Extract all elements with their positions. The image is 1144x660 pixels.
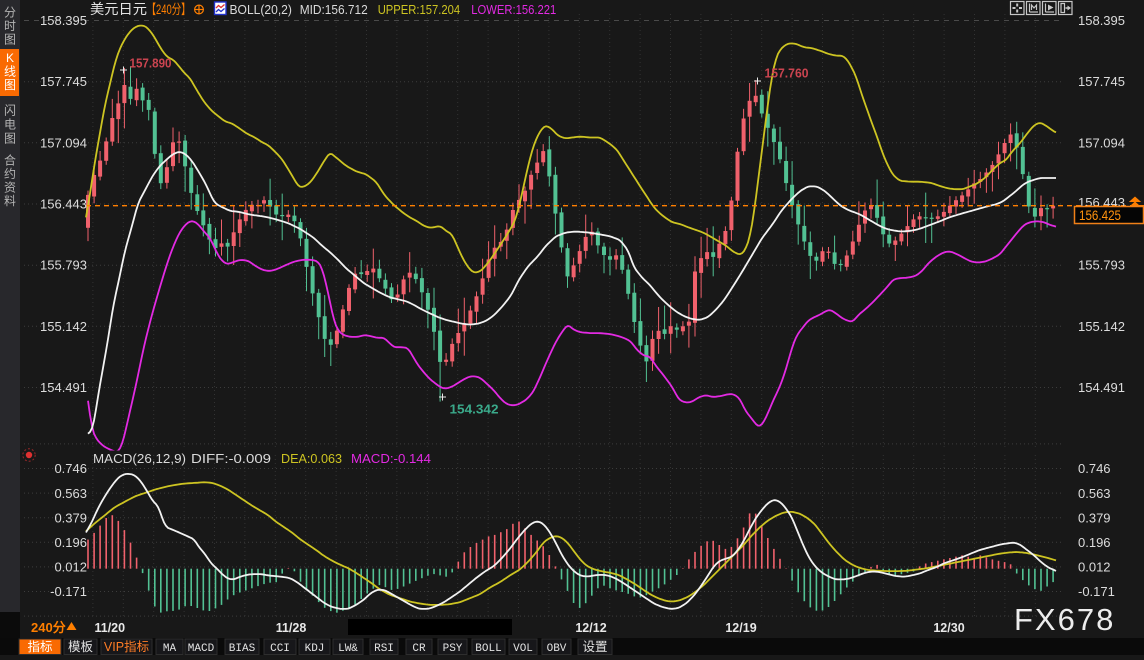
svg-text:0.196: 0.196 (54, 535, 87, 550)
svg-text:BIAS: BIAS (229, 643, 256, 655)
svg-text:电: 电 (4, 118, 16, 132)
svg-text:155.142: 155.142 (40, 319, 87, 334)
svg-text:LOWER:156.221: LOWER:156.221 (471, 2, 556, 17)
svg-text:BOLL(20,2): BOLL(20,2) (230, 2, 292, 17)
svg-text:MACD: MACD (188, 643, 215, 655)
svg-text:12/30: 12/30 (933, 621, 964, 635)
svg-text:240分: 240分 (31, 620, 66, 635)
svg-text:UPPER:157.204: UPPER:157.204 (378, 2, 461, 17)
svg-text:RSI: RSI (374, 643, 394, 655)
svg-text:155.793: 155.793 (40, 258, 87, 273)
svg-text:图: 图 (4, 33, 16, 47)
svg-text:MID:156.712: MID:156.712 (300, 2, 368, 17)
svg-text:VIP指标: VIP指标 (104, 639, 149, 654)
svg-text:11/20: 11/20 (95, 621, 126, 635)
svg-text:合: 合 (4, 153, 16, 168)
svg-text:线: 线 (4, 65, 16, 79)
svg-text:155.142: 155.142 (1078, 319, 1125, 334)
svg-text:0.379: 0.379 (1078, 510, 1111, 525)
svg-text:资: 资 (4, 181, 16, 195)
svg-text:模板: 模板 (68, 640, 94, 654)
svg-text:【240分】: 【240分】 (147, 2, 191, 17)
svg-text:分: 分 (4, 6, 16, 20)
svg-text:FX678: FX678 (1014, 602, 1115, 637)
svg-text:157.890: 157.890 (130, 56, 172, 71)
svg-text:设置: 设置 (582, 639, 607, 654)
svg-text:11/28: 11/28 (276, 621, 307, 635)
svg-text:0.379: 0.379 (54, 510, 87, 525)
svg-text:约: 约 (4, 166, 16, 181)
svg-text:157.760: 157.760 (765, 66, 809, 81)
svg-text:157.094: 157.094 (40, 135, 87, 150)
svg-text:CR: CR (412, 643, 426, 655)
svg-text:12/19: 12/19 (725, 621, 756, 635)
svg-text:156.443: 156.443 (40, 197, 87, 212)
svg-text:KDJ: KDJ (305, 643, 325, 655)
svg-text:0.012: 0.012 (1078, 560, 1111, 575)
svg-text:LW&: LW& (338, 643, 358, 655)
svg-text:0.746: 0.746 (1078, 461, 1111, 476)
svg-text:BOLL: BOLL (475, 643, 501, 655)
svg-text:154.491: 154.491 (1078, 380, 1125, 395)
svg-text:0.563: 0.563 (1078, 486, 1111, 501)
svg-text:CCI: CCI (270, 643, 290, 655)
svg-text:MA: MA (163, 643, 177, 655)
svg-text:PSY: PSY (443, 643, 463, 655)
svg-text:闪: 闪 (4, 104, 16, 118)
svg-text:158.395: 158.395 (40, 13, 87, 28)
svg-text:157.745: 157.745 (40, 74, 87, 89)
svg-text:0.196: 0.196 (1078, 535, 1111, 550)
svg-text:VOL: VOL (513, 643, 533, 655)
svg-text:DIFF:-0.009: DIFF:-0.009 (191, 451, 271, 466)
svg-text:156.425: 156.425 (1079, 208, 1121, 223)
svg-text:MACD(26,12,9): MACD(26,12,9) (93, 451, 186, 466)
svg-text:0.746: 0.746 (54, 461, 87, 476)
svg-text:155.793: 155.793 (1078, 258, 1125, 273)
svg-text:DEA:0.063: DEA:0.063 (281, 451, 342, 466)
svg-text:12/12: 12/12 (575, 621, 606, 635)
svg-text:154.342: 154.342 (450, 402, 499, 417)
svg-text:MACD:-0.144: MACD:-0.144 (351, 451, 431, 466)
svg-text:指标: 指标 (27, 639, 52, 654)
svg-text:-0.171: -0.171 (50, 584, 87, 599)
svg-text:K: K (6, 51, 14, 65)
svg-text:158.395: 158.395 (1078, 13, 1125, 28)
svg-text:-0.171: -0.171 (1078, 584, 1115, 599)
svg-text:美元日元: 美元日元 (90, 1, 147, 17)
svg-text:时: 时 (4, 19, 16, 33)
svg-text:料: 料 (4, 194, 16, 208)
svg-text:157.094: 157.094 (1078, 135, 1125, 150)
svg-text:OBV: OBV (547, 643, 567, 655)
svg-text:图: 图 (4, 132, 16, 146)
svg-text:154.491: 154.491 (40, 380, 87, 395)
svg-text:157.745: 157.745 (1078, 74, 1125, 89)
svg-text:0.563: 0.563 (54, 486, 87, 501)
svg-text:0.012: 0.012 (54, 560, 87, 575)
svg-text:图: 图 (4, 78, 16, 92)
